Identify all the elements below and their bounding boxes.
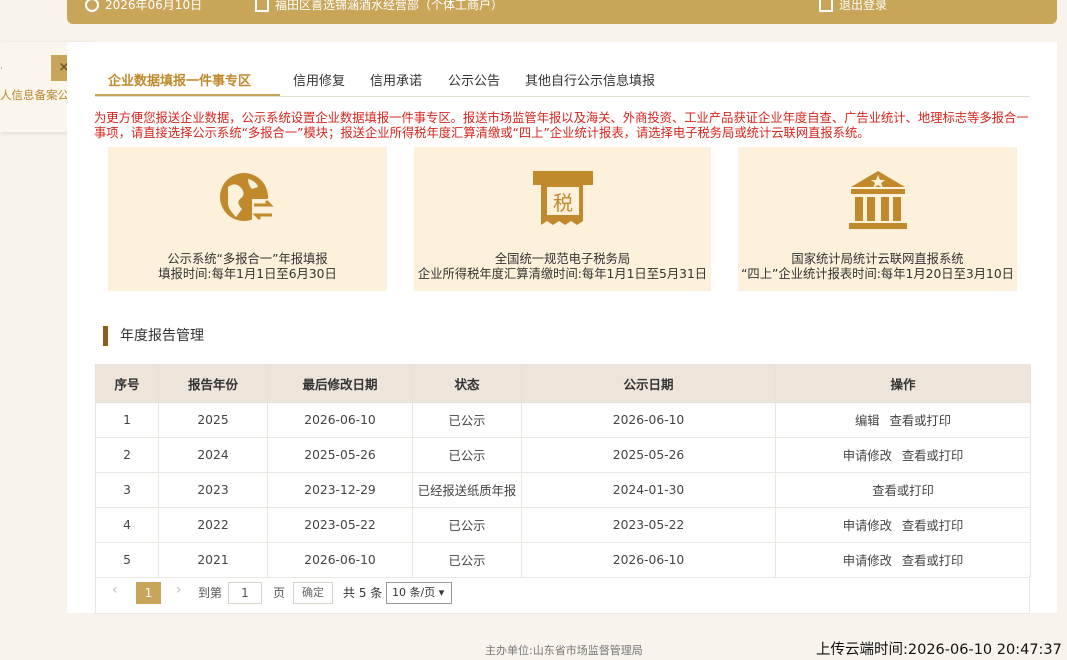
table-row: 5 2021 2026-06-10 已公示 2026-06-10 申请修改 查看… [95, 542, 1031, 578]
cell-year: 2023 [158, 472, 268, 508]
total-count: 共 5 条 [343, 586, 383, 600]
col-header-published: 公示日期 [521, 364, 776, 403]
cell-published: 2025-05-26 [521, 437, 776, 473]
annual-report-table: 序号 报告年份 最后修改日期 状态 公示日期 操作 1 2025 2026-06… [95, 364, 1031, 578]
tax-glyph: 税 [553, 191, 573, 215]
next-page-icon[interactable]: › [176, 582, 182, 598]
tab-other-disclosure[interactable]: 其他自行公示信息填报 [525, 70, 655, 89]
date-display: 2026年06月10日 [85, 0, 202, 14]
date-text: 2026年06月10日 [105, 0, 203, 12]
cell-published: 2024-01-30 [521, 472, 776, 508]
logout-link[interactable]: 退出登录 [819, 0, 887, 14]
cell-year: 2024 [158, 437, 268, 473]
active-tab-underline [95, 94, 280, 96]
cell-actions: 申请修改 查看或打印 [775, 542, 1031, 578]
card-subtitle: “四上”企业统计报表时间:每年1月20日至3月10日 [741, 267, 1014, 281]
main-panel: 企业数据填报一件事专区 信用修复 信用承诺 公示公告 其他自行公示信息填报 为更… [67, 42, 1057, 614]
cell-modified: 2026-06-10 [267, 542, 413, 578]
chevron-down-icon: ▾ [438, 586, 445, 599]
cell-modified: 2025-05-26 [267, 437, 413, 473]
page-unit-label: 页 [273, 586, 286, 600]
top-bar: 2026年06月10日 福田区喜选锦涵酒水经营部（个体工商户） 退出登录 [67, 0, 1057, 24]
cell-status: 已经报送纸质年报 [412, 472, 522, 508]
goto-page-input[interactable]: 1 [228, 582, 262, 604]
view-print-link[interactable]: 查看或打印 [902, 519, 964, 533]
tab-data-filing[interactable]: 企业数据填报一件事专区 [108, 70, 251, 89]
footer-sponsor: 主办单位:山东省市场监督管理局 [485, 644, 643, 657]
prev-page-icon[interactable]: ‹ [112, 582, 118, 598]
view-print-link[interactable]: 查看或打印 [902, 554, 964, 568]
cell-no: 2 [95, 437, 159, 473]
cell-status: 已公示 [412, 402, 522, 438]
cell-no: 5 [95, 542, 159, 578]
cell-year: 2025 [158, 402, 268, 438]
edit-link[interactable]: 编辑 [855, 414, 880, 428]
tab-announcements[interactable]: 公示公告 [448, 70, 500, 89]
logout-label[interactable]: 退出登录 [839, 0, 887, 13]
card-tax-bureau[interactable]: 税 全国统一规范电子税务局 企业所得税年度汇算清缴时间:每年1月1日至5月31日 [414, 147, 711, 291]
cell-status: 已公示 [412, 507, 522, 543]
tab-credit-commitment[interactable]: 信用承诺 [370, 70, 422, 89]
request-modify-link[interactable]: 申请修改 [843, 519, 892, 533]
cell-year: 2022 [158, 507, 268, 543]
pagination: ‹ 1 › 到第 1 页 确定 共 5 条 10 条/页 ▾ [95, 575, 1030, 614]
card-statistics[interactable]: 国家统计局统计云联网直报系统 “四上”企业统计报表时间:每年1月20日至3月10… [738, 147, 1017, 291]
cell-status: 已公示 [412, 437, 522, 473]
logout-icon [819, 0, 833, 12]
cell-published: 2023-05-22 [521, 507, 776, 543]
view-print-link[interactable]: 查看或打印 [890, 414, 952, 428]
clock-icon [85, 0, 99, 12]
goto-confirm-button[interactable]: 确定 [293, 582, 333, 604]
card-subtitle: 填报时间:每年1月1日至6月30日 [158, 267, 337, 281]
globe-exchange-icon [218, 169, 278, 233]
cell-no: 4 [95, 507, 159, 543]
card-subtitle: 企业所得税年度汇算清缴时间:每年1月1日至5月31日 [417, 267, 708, 281]
cell-status: 已公示 [412, 542, 522, 578]
cell-no: 1 [95, 402, 159, 438]
col-header-status: 状态 [412, 364, 522, 403]
company-name: 福田区喜选锦涵酒水经营部（个体工商户） [275, 0, 504, 12]
tab-credit-repair[interactable]: 信用修复 [293, 70, 345, 89]
table-header-row: 序号 报告年份 最后修改日期 状态 公示日期 操作 [95, 364, 1031, 403]
cell-actions: 编辑 查看或打印 [775, 402, 1031, 438]
cell-modified: 2023-12-29 [267, 472, 413, 508]
request-modify-link[interactable]: 申请修改 [843, 449, 892, 463]
table-row: 2 2024 2025-05-26 已公示 2025-05-26 申请修改 查看… [95, 437, 1031, 473]
request-modify-link[interactable]: 申请修改 [843, 554, 892, 568]
goto-label: 到第 [198, 586, 223, 600]
table-row: 1 2025 2026-06-10 已公示 2026-06-10 编辑 查看或打… [95, 402, 1031, 438]
cell-modified: 2026-06-10 [267, 402, 413, 438]
page-size-select[interactable]: 10 条/页 ▾ [386, 582, 452, 604]
view-print-link[interactable]: 查看或打印 [902, 449, 964, 463]
current-page-button[interactable]: 1 [136, 582, 161, 604]
table-row: 3 2023 2023-12-29 已经报送纸质年报 2024-01-30 查看… [95, 472, 1031, 508]
cell-published: 2026-06-10 [521, 542, 776, 578]
cell-actions: 申请修改 查看或打印 [775, 437, 1031, 473]
building-icon [255, 0, 269, 12]
section-title: 年度报告管理 [103, 326, 204, 346]
cell-no: 3 [95, 472, 159, 508]
upload-timestamp: 上传云端时间:2026-06-10 20:47:37 [816, 642, 1062, 658]
col-header-year: 报告年份 [158, 364, 268, 403]
cell-published: 2026-06-10 [521, 402, 776, 438]
bullet-dot: · [0, 64, 3, 74]
cell-actions: 申请修改 查看或打印 [775, 507, 1031, 543]
tab-bar: 企业数据填报一件事专区 信用修复 信用承诺 公示公告 其他自行公示信息填报 [95, 64, 1030, 97]
company-display: 福田区喜选锦涵酒水经营部（个体工商户） [255, 0, 503, 14]
table-row: 4 2022 2023-05-22 已公示 2023-05-22 申请修改 查看… [95, 507, 1031, 543]
view-print-link[interactable]: 查看或打印 [872, 484, 934, 498]
col-header-actions: 操作 [775, 364, 1031, 403]
col-header-modified: 最后修改日期 [267, 364, 413, 403]
page-size-value: 10 条/页 [392, 586, 436, 599]
cell-modified: 2023-05-22 [267, 507, 413, 543]
tax-ticket-icon: 税 [531, 169, 595, 233]
card-multi-report[interactable]: 公示系统“多报合一”年报填报 填报时间:每年1月1日至6月30日 [108, 147, 387, 291]
government-building-icon [847, 169, 909, 235]
cell-actions: 查看或打印 [775, 472, 1031, 508]
notice-text: 为更方便您报送企业数据，公示系统设置企业数据填报一件事专区。报送市场监管年报以及… [94, 111, 1029, 140]
cell-year: 2021 [158, 542, 268, 578]
col-header-no: 序号 [95, 364, 159, 403]
